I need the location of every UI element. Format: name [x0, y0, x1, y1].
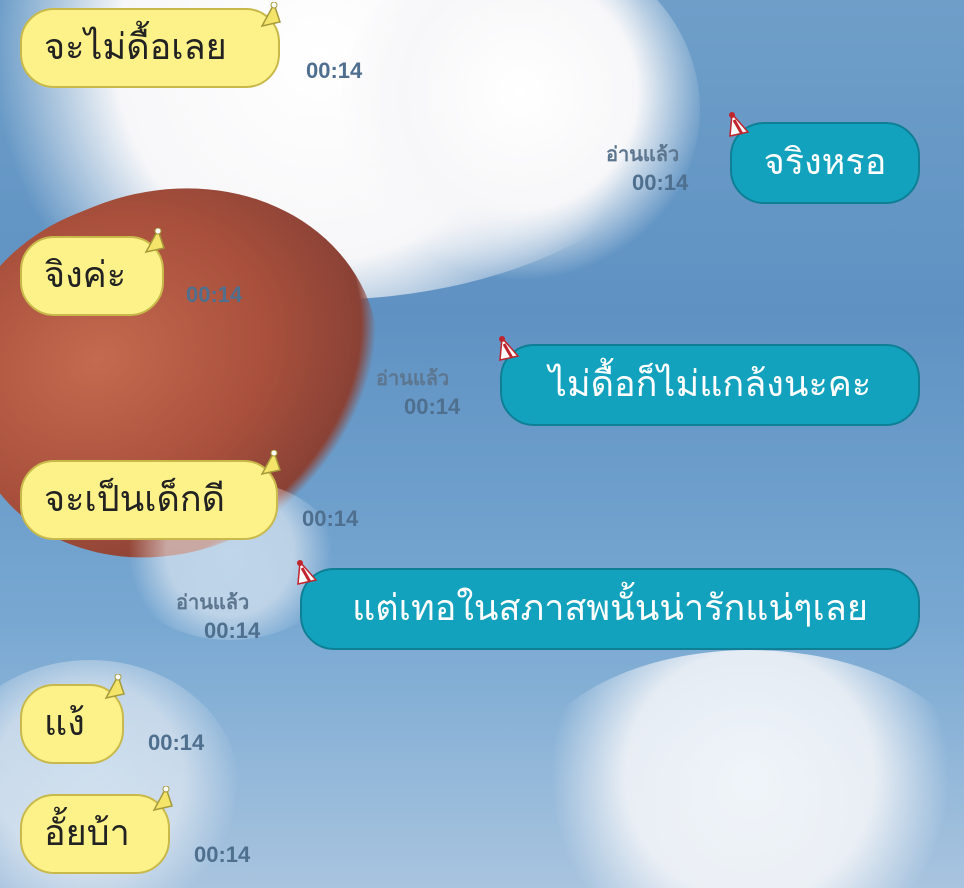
message-timestamp: 00:14 — [632, 170, 689, 195]
read-receipt: อ่านแล้ว — [376, 366, 450, 390]
message-text: แง้ — [44, 703, 85, 744]
message-bubble-incoming[interactable]: จะเป็นเด็กดี — [20, 460, 278, 540]
party-hat-icon — [499, 336, 520, 361]
message-timestamp: 00:14 — [148, 730, 205, 755]
read-receipt: อ่านแล้ว — [606, 142, 680, 166]
message-text: จะไม่ดื้อเลย — [44, 27, 227, 68]
party-hat-icon — [152, 786, 173, 812]
message-bubble-outgoing[interactable]: ไม่ดื้อก็ไม่แกล้งนะคะ — [500, 344, 920, 426]
message-timestamp: 00:14 — [404, 394, 461, 419]
message-timestamp: 00:14 — [194, 842, 251, 867]
party-hat-icon — [104, 674, 125, 700]
message-text: อั้ยบ้า — [44, 813, 130, 854]
message-timestamp: 00:14 — [204, 618, 261, 643]
message-bubble-incoming[interactable]: จะไม่ดื้อเลย — [20, 8, 280, 88]
message-timestamp: 00:14 — [306, 58, 363, 83]
party-hat-icon — [260, 450, 281, 476]
party-hat-icon — [297, 560, 318, 585]
party-hat-icon — [260, 2, 281, 28]
message-bubble-incoming[interactable]: อั้ยบ้า — [20, 794, 170, 874]
message-text: ไม่ดื้อก็ไม่แกล้งนะคะ — [548, 364, 872, 405]
message-timestamp: 00:14 — [186, 282, 243, 307]
message-bubble-outgoing[interactable]: แต่เทอในสภาสพนั้นน่ารักแน่ๆเลย — [300, 568, 920, 650]
read-receipt: อ่านแล้ว — [176, 590, 250, 614]
party-hat-icon — [144, 228, 165, 254]
party-hat-icon — [729, 112, 750, 137]
message-bubble-outgoing[interactable]: จริงหรอ — [730, 122, 920, 204]
message-timestamp: 00:14 — [302, 506, 359, 531]
message-text: จิงค่ะ — [44, 255, 127, 296]
message-text: จริงหรอ — [763, 142, 887, 183]
message-text: แต่เทอในสภาสพนั้นน่ารักแน่ๆเลย — [352, 588, 868, 629]
cloud-shape — [520, 650, 964, 888]
message-text: จะเป็นเด็กดี — [44, 479, 226, 520]
